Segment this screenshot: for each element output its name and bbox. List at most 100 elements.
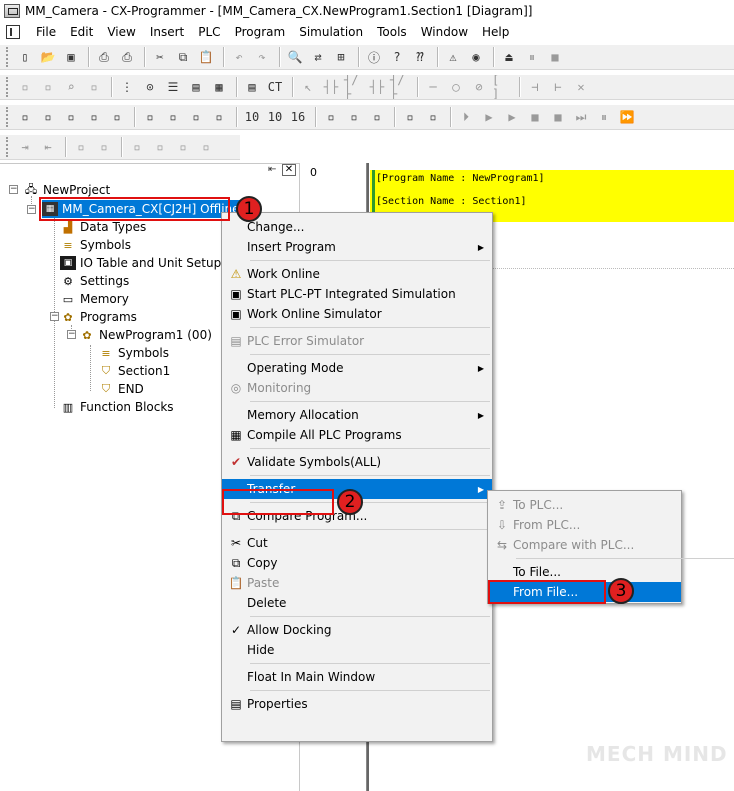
tree-item-end[interactable]: ⛉ END <box>98 380 144 398</box>
tool-i-icon[interactable]: ▫ <box>209 107 229 127</box>
io-icon[interactable]: ▤ <box>242 77 262 97</box>
contact-or-icon[interactable]: ┤├ <box>367 77 387 97</box>
transfer-b-icon[interactable]: ▫ <box>344 107 364 127</box>
run-icon[interactable]: ▶ <box>479 107 499 127</box>
monitor-icon[interactable]: ◉ <box>466 47 486 67</box>
tree-plc[interactable]: ▦ MM_Camera_CX[CJ2H] Offline <box>42 200 243 218</box>
collapse-icon[interactable]: − <box>50 312 59 321</box>
whats-this-icon[interactable]: ⁇ <box>410 47 430 67</box>
toolbar-grip[interactable] <box>6 137 9 157</box>
window-c-icon[interactable]: ▫ <box>61 107 81 127</box>
grid-icon[interactable]: ⋮ <box>117 77 137 97</box>
tree-item-programs[interactable]: ✿ Programs <box>60 308 137 326</box>
list-icon[interactable]: ☰ <box>163 77 183 97</box>
menu-item-allow-docking[interactable]: ✓ Allow Docking <box>222 620 492 640</box>
outdent-icon[interactable]: ⇤ <box>38 137 58 157</box>
menu-tools[interactable]: Tools <box>370 25 414 39</box>
replace-icon[interactable]: ⇄ <box>308 47 328 67</box>
step-icon[interactable]: ⏵ <box>456 107 476 127</box>
menu-item-copy[interactable]: ⧉ Copy <box>222 553 492 573</box>
next-icon[interactable]: ⏭ <box>571 107 591 127</box>
mnemonic-icon[interactable]: ▦ <box>209 77 229 97</box>
menu-item-compile-all-plc-programs[interactable]: ▦ Compile All PLC Programs <box>222 425 492 445</box>
transfer-a-icon[interactable]: ▫ <box>321 107 341 127</box>
stop-sq2-icon[interactable]: ■ <box>548 107 568 127</box>
tree-item-function-blocks[interactable]: ▥ Function Blocks <box>60 398 174 416</box>
menu-item-start-plc-pt-integrated-simulation[interactable]: ▣ Start PLC-PT Integrated Simulation <box>222 284 492 304</box>
menu-item-work-online[interactable]: ⚠ Work Online <box>222 264 492 284</box>
redo-icon[interactable]: ↷ <box>252 47 272 67</box>
new-icon[interactable]: ▯ <box>15 47 35 67</box>
coil-icon[interactable]: ◯ <box>446 77 466 97</box>
instr-icon[interactable]: [ ] <box>492 75 512 99</box>
menu-help[interactable]: Help <box>475 25 516 39</box>
menu-item-change[interactable]: Change... <box>222 217 492 237</box>
block-b-icon[interactable]: ⊢ <box>548 77 568 97</box>
list-a-icon[interactable]: ▫ <box>71 137 91 157</box>
save-icon[interactable]: ▣ <box>61 47 81 67</box>
menu-item-cut[interactable]: ✂ Cut <box>222 533 492 553</box>
num-10-icon[interactable]: 10 <box>242 107 262 127</box>
menu-item-hide[interactable]: Hide <box>222 640 492 660</box>
coil-nc-icon[interactable]: ⊘ <box>469 77 489 97</box>
print-icon[interactable]: ⎙ <box>117 47 137 67</box>
menu-insert[interactable]: Insert <box>143 25 191 39</box>
document-icon[interactable] <box>6 25 20 39</box>
block-a-icon[interactable]: ⊣ <box>525 77 545 97</box>
menu-plc[interactable]: PLC <box>191 25 227 39</box>
menu-item-work-online-simulator[interactable]: ▣ Work Online Simulator <box>222 304 492 324</box>
tool-l-icon[interactable]: ▫ <box>173 137 193 157</box>
tree-item-program[interactable]: ✿ NewProgram1 (00) <box>79 326 212 344</box>
menu-item-memory-allocation[interactable]: Memory Allocation ▶ <box>222 405 492 425</box>
contact-ornc-icon[interactable]: ┤/├ <box>390 75 410 99</box>
pause-icon[interactable]: ⏸ <box>522 47 542 67</box>
window-b-icon[interactable]: ▫ <box>38 107 58 127</box>
zoom-icon[interactable]: ⌕ <box>61 77 81 97</box>
collapse-icon[interactable]: − <box>27 205 36 214</box>
tree-item-data-types[interactable]: ▟ Data Types <box>60 218 147 236</box>
find-icon[interactable]: 🔍 <box>285 47 305 67</box>
tree-item-section1[interactable]: ⛉ Section1 <box>98 362 170 380</box>
cross-ref-icon[interactable]: ⊞ <box>331 47 351 67</box>
open-icon[interactable]: 📂 <box>38 47 58 67</box>
line-h-icon[interactable]: ─ <box>423 77 443 97</box>
menu-item-float-in-main-window[interactable]: Float In Main Window <box>222 667 492 687</box>
toolbar-grip[interactable] <box>6 77 9 97</box>
menu-item-validate-symbols-all[interactable]: ✔ Validate Symbols(ALL) <box>222 452 492 472</box>
menu-item-from-file[interactable]: From File... <box>488 582 681 602</box>
tree-item-symbols[interactable]: ≡ Symbols <box>60 236 131 254</box>
select-icon[interactable]: ↖ <box>298 77 318 97</box>
copy-icon[interactable]: ⧉ <box>173 47 193 67</box>
pause-icon2-icon[interactable]: ⏸ <box>594 107 614 127</box>
collapse-icon[interactable]: − <box>67 330 76 339</box>
menu-item-delete[interactable]: Delete <box>222 593 492 613</box>
collapse-icon[interactable]: − <box>9 185 18 194</box>
tool-b-icon[interactable]: ▫ <box>38 77 58 97</box>
menu-file[interactable]: File <box>29 25 63 39</box>
tool-j-icon[interactable]: ▫ <box>127 137 147 157</box>
menu-item-properties[interactable]: ▤ Properties <box>222 694 492 714</box>
ct-icon[interactable]: CT <box>265 77 285 97</box>
tree-item-memory[interactable]: ▭ Memory <box>60 290 129 308</box>
warning-icon[interactable]: ⚠ <box>443 47 463 67</box>
menu-item-operating-mode[interactable]: Operating Mode ▶ <box>222 358 492 378</box>
window-e-icon[interactable]: ▫ <box>107 107 127 127</box>
window-d-icon[interactable]: ▫ <box>84 107 104 127</box>
stop-sq-icon[interactable]: ■ <box>525 107 545 127</box>
menu-edit[interactable]: Edit <box>63 25 100 39</box>
online-icon[interactable]: ⏏ <box>499 47 519 67</box>
pin-icon[interactable]: ⇤ <box>268 165 280 175</box>
tree-item-program-symbols[interactable]: ≡ Symbols <box>98 344 169 362</box>
menu-item-insert-program[interactable]: Insert Program ▶ <box>222 237 492 257</box>
ladder-icon[interactable]: ▤ <box>186 77 206 97</box>
list-b-icon[interactable]: ▫ <box>94 137 114 157</box>
compare-icon[interactable]: ▫ <box>400 107 420 127</box>
toolbar-grip[interactable] <box>6 107 9 127</box>
print-preview-icon[interactable]: ⎙ <box>94 47 114 67</box>
toolbar-grip[interactable] <box>6 47 9 67</box>
tool-f-icon[interactable]: ▫ <box>140 107 160 127</box>
tool-a-icon[interactable]: ▫ <box>15 77 35 97</box>
menu-simulation[interactable]: Simulation <box>292 25 370 39</box>
about-icon[interactable]: ⓘ <box>364 47 384 67</box>
tree-root[interactable]: 🖧 NewProject <box>23 181 110 199</box>
